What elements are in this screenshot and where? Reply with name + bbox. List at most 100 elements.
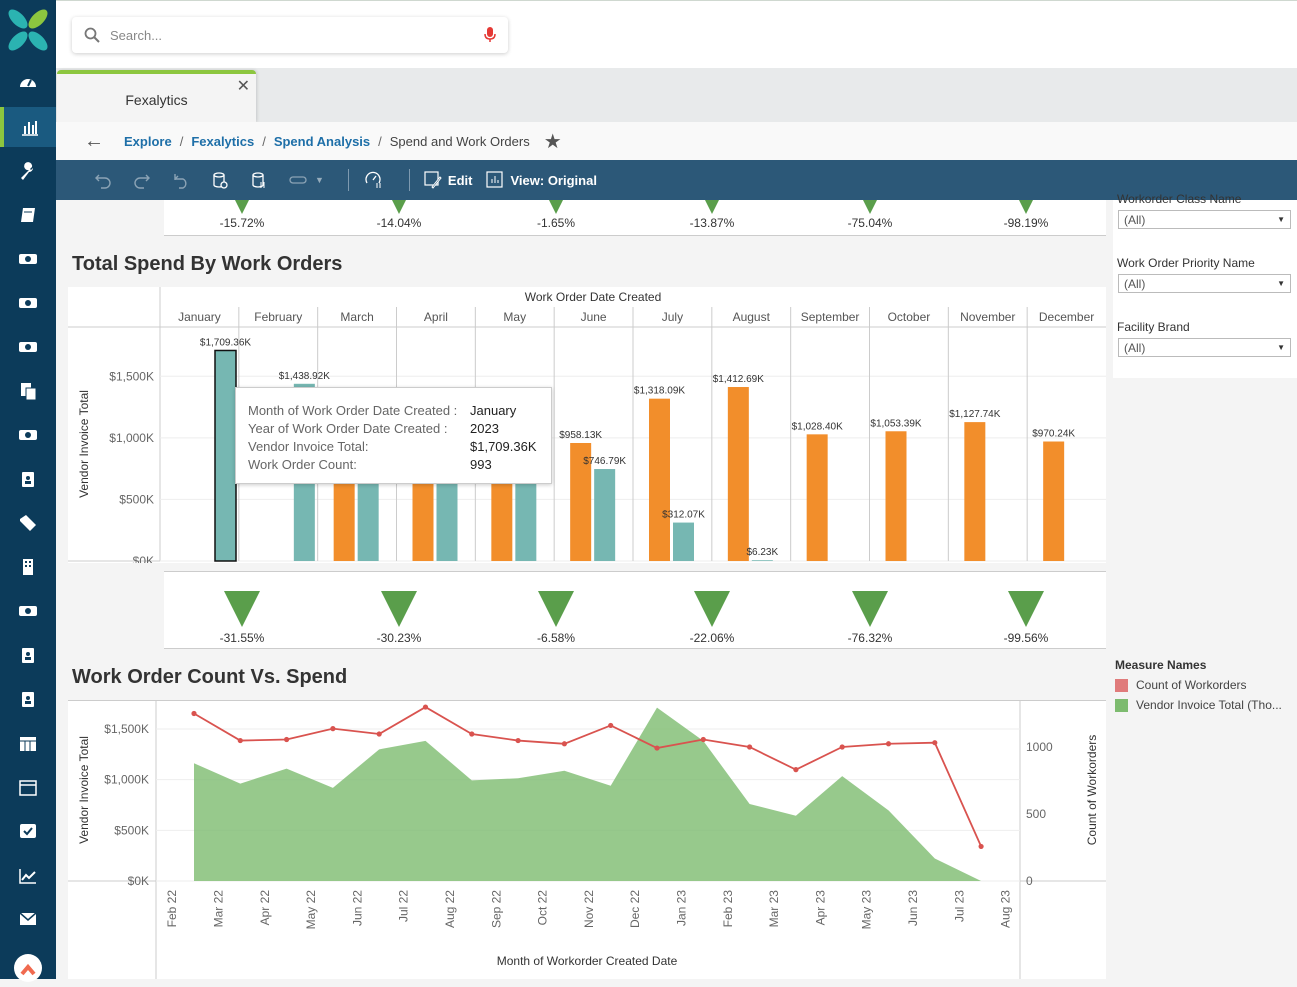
line-point[interactable] (608, 722, 614, 729)
sidebar-item-contact-badge[interactable] (0, 635, 56, 675)
line-point[interactable] (932, 740, 938, 746)
kpi-value: -76.32% (847, 631, 893, 645)
sidebar-item-tags[interactable] (0, 503, 56, 543)
legend-item-count[interactable]: Count of Workorders (1115, 678, 1297, 692)
view-original-button[interactable]: View: Original (486, 171, 597, 189)
bar-2022-september[interactable] (806, 434, 828, 561)
line-point[interactable] (747, 744, 753, 750)
filter-panel: Workorder Class Name (All) ▼ Work Order Pri… (1113, 192, 1297, 378)
pause-updates-icon[interactable] (248, 169, 270, 191)
line-point[interactable] (237, 737, 243, 744)
edit-button[interactable]: Edit (424, 171, 473, 189)
app-logo[interactable] (6, 6, 50, 54)
search-box[interactable] (72, 17, 508, 53)
sidebar-item-documents[interactable] (0, 371, 56, 411)
filter-dropdown[interactable]: (All) ▼ (1118, 210, 1291, 229)
replay-icon[interactable] (287, 169, 309, 191)
line-point[interactable] (469, 731, 475, 737)
tags-icon (20, 515, 36, 531)
sidebar-item-money[interactable] (0, 283, 56, 323)
bar-2022-august[interactable] (727, 387, 749, 561)
line-point[interactable] (422, 704, 429, 710)
bar-2023-august[interactable] (751, 560, 773, 561)
line-point[interactable] (376, 731, 382, 737)
down-triangle-icon (705, 200, 719, 214)
line-point[interactable] (330, 726, 336, 732)
x-tick-label: Apr 23 (813, 890, 827, 926)
line-point[interactable] (515, 737, 521, 744)
sidebar-item-money[interactable] (0, 327, 56, 367)
breadcrumb-explore[interactable]: Explore (124, 134, 172, 149)
sidebar-item-wrench[interactable] (0, 151, 56, 191)
line-point[interactable] (284, 736, 290, 743)
bar-2023-june[interactable] (594, 469, 616, 561)
performance-gauge-icon[interactable] (363, 169, 385, 191)
wrench-icon (21, 162, 33, 180)
kpi-change: -30.23% (349, 591, 449, 645)
refresh-data-icon[interactable] (209, 169, 231, 191)
line-point[interactable] (885, 741, 892, 747)
tooltip-row: Vendor Invoice Total: $1,709.36K (248, 438, 539, 456)
line-point[interactable] (793, 767, 799, 773)
sidebar-item-contact-badge[interactable] (0, 459, 56, 499)
line-point[interactable] (191, 710, 197, 717)
favorite-star-icon[interactable]: ★ (544, 129, 562, 154)
sidebar-item-checkbox[interactable] (0, 811, 56, 851)
back-arrow-icon[interactable]: ← (84, 130, 104, 153)
sidebar-item-bar-chart[interactable] (0, 107, 56, 147)
sidebar-item-calendar-grid[interactable] (0, 723, 56, 763)
bar-2023-july[interactable] (673, 522, 694, 561)
sidebar-item-money[interactable] (0, 415, 56, 455)
undo-icon[interactable] (92, 169, 114, 191)
bar-2022-november[interactable] (964, 422, 986, 561)
close-icon[interactable]: ✕ (237, 76, 250, 96)
bar-2022-december[interactable] (1043, 441, 1065, 561)
feedback-icon[interactable] (14, 954, 42, 982)
edit-label: Edit (447, 172, 473, 188)
search-input[interactable] (110, 27, 484, 43)
line-point[interactable] (700, 736, 706, 743)
line-point[interactable] (839, 744, 845, 750)
breadcrumb-fexalytics[interactable]: Fexalytics (191, 134, 254, 149)
sidebar-item-money[interactable] (0, 239, 56, 279)
bar-2022-october[interactable] (885, 431, 907, 561)
count-vs-spend-chart: $0K $500K $1,000K $1,500K 0 500 1000 Vendor Inv… (68, 700, 1106, 979)
revert-icon[interactable] (170, 169, 192, 191)
filter-value: (All) (1124, 212, 1146, 227)
sidebar-item-mail[interactable] (0, 899, 56, 939)
microphone-icon[interactable] (484, 27, 496, 43)
sidebar-item-building[interactable] (0, 547, 56, 587)
sidebar-item-line-chart[interactable] (0, 855, 56, 895)
sidebar-item-money[interactable] (0, 591, 56, 631)
bar-2022-july[interactable] (649, 398, 670, 561)
tab-fexalytics[interactable]: Fexalytics ✕ (57, 70, 256, 122)
x-axis-title: Month of Workorder Created Date (497, 954, 678, 968)
filter-label: Work Order Priority Name (1117, 256, 1255, 270)
y-tick-label: $1,000K (109, 431, 154, 445)
bar-2023-january[interactable] (214, 349, 237, 562)
legend-item-vendor-total[interactable]: Vendor Invoice Total (Tho... (1115, 698, 1297, 712)
filter-dropdown[interactable]: (All) ▼ (1118, 338, 1291, 357)
sidebar-item-calendar[interactable] (0, 767, 56, 807)
sidebar-item-contact-badge[interactable] (0, 679, 56, 719)
book-icon (21, 208, 35, 222)
sidebar-item-dashboard-gauge[interactable] (0, 63, 56, 103)
redo-icon[interactable] (131, 169, 153, 191)
line-point[interactable] (978, 843, 984, 850)
line-point[interactable] (561, 741, 567, 747)
x-category-label: April (424, 310, 448, 324)
dropdown-arrow-icon: ▼ (1277, 343, 1285, 352)
view-label: View: Original (510, 172, 597, 188)
kpi-value: -22.06% (689, 631, 735, 645)
x-tick-label: Jan 23 (674, 890, 688, 926)
breadcrumb-spend-analysis[interactable]: Spend Analysis (274, 134, 370, 149)
x-tick-label: Nov 22 (582, 890, 596, 928)
down-triangle-icon (1008, 591, 1044, 627)
filter-dropdown[interactable]: (All) ▼ (1118, 274, 1291, 293)
sidebar-item-book[interactable] (0, 195, 56, 235)
replay-dropdown-icon[interactable]: ▼ (315, 175, 324, 185)
edit-pencil-icon (424, 171, 442, 189)
x-category-label: October (888, 310, 931, 324)
line-point[interactable] (654, 745, 660, 751)
x-tick-label: Oct 22 (536, 890, 550, 926)
